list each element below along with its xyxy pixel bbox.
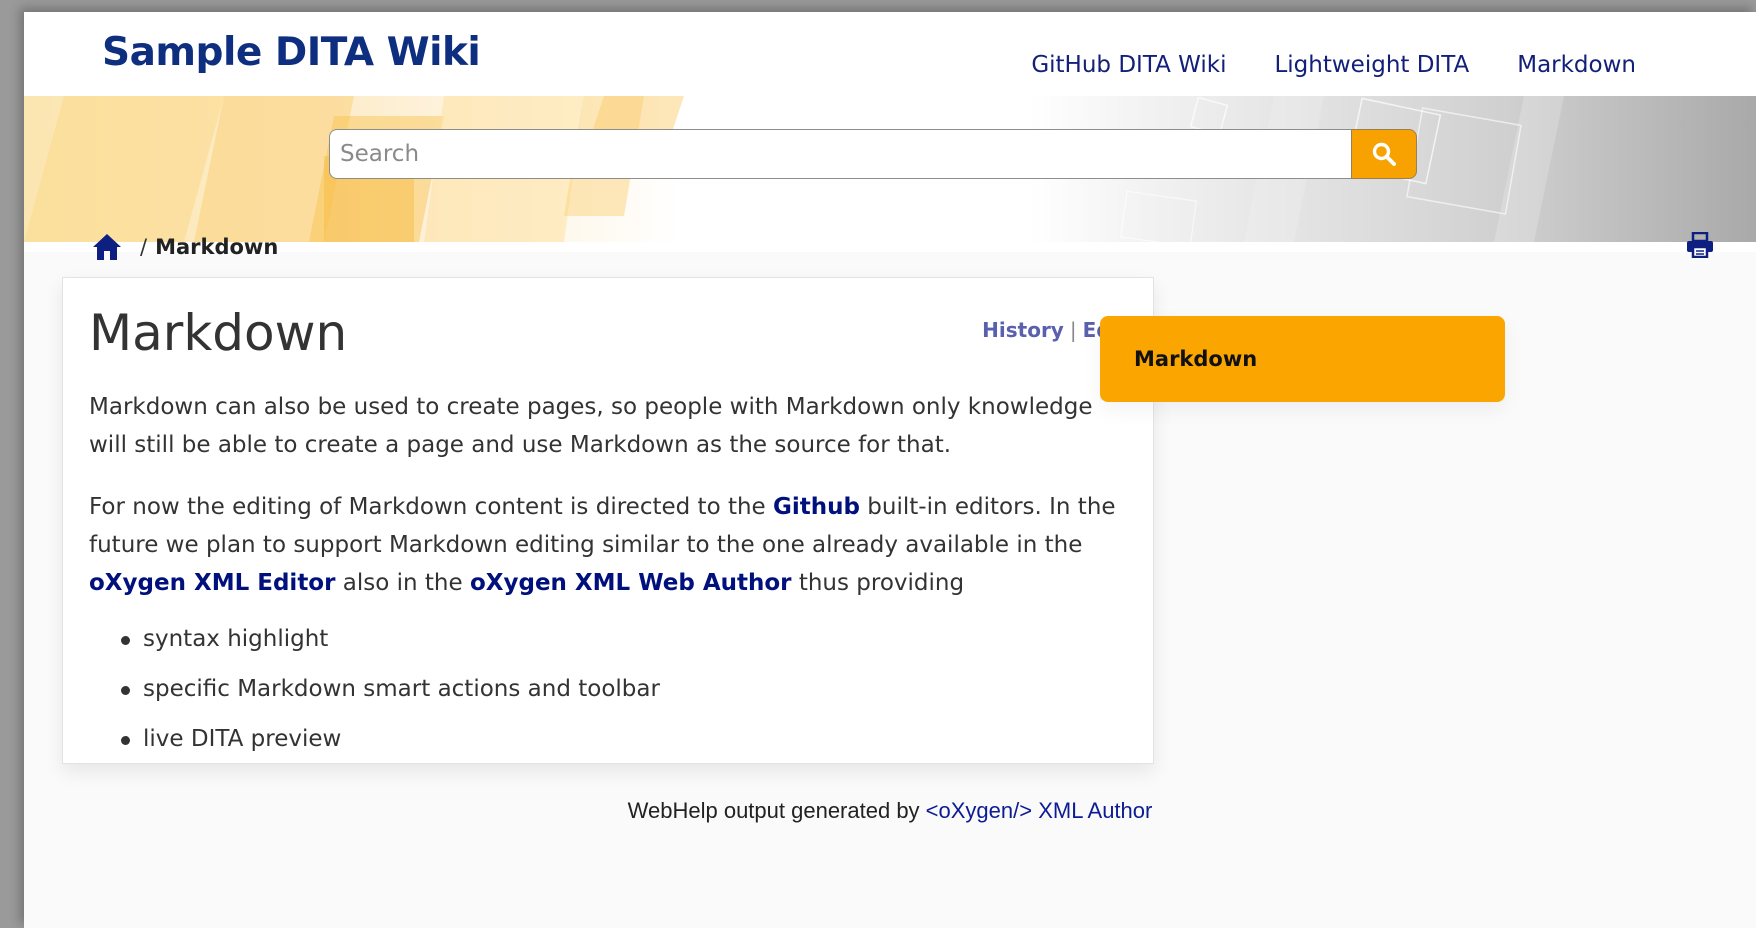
nav-lightweight-dita[interactable]: Lightweight DITA [1274, 52, 1469, 78]
nav-github-dita-wiki[interactable]: GitHub DITA Wiki [1031, 52, 1226, 78]
article-card: Markdown History|Edit Markdown can also … [62, 277, 1154, 764]
toc-item-label: Markdown [1134, 347, 1258, 371]
search-button[interactable] [1351, 129, 1417, 179]
list-item: syntax highlight [121, 620, 1129, 658]
browser-page: Sample DITA Wiki GitHub DITA Wiki Lightw… [24, 12, 1756, 928]
search-icon [1372, 142, 1396, 166]
footer: WebHelp output generated by <oXygen/> XM… [24, 798, 1756, 824]
paragraph-1: Markdown can also be used to create page… [89, 394, 1093, 458]
top-nav: GitHub DITA Wiki Lightweight DITA Markdo… [1031, 52, 1636, 78]
footer-oxygen-link[interactable]: <oXygen/> XML Author [926, 798, 1153, 823]
history-link[interactable]: History [982, 318, 1064, 342]
paragraph-2: For now the editing of Markdown content … [89, 488, 1129, 602]
printer-icon [1687, 231, 1713, 259]
paragraph-2-text-3: also in the [335, 570, 470, 596]
site-title[interactable]: Sample DITA Wiki [102, 30, 481, 75]
toc-item-markdown[interactable]: Markdown [1100, 316, 1505, 402]
paragraph-2-text-4: thus providing [791, 570, 965, 596]
list-item: live DITA preview [121, 720, 1129, 758]
paragraph-2-text-1: For now the editing of Markdown content … [89, 494, 774, 520]
search-bar [329, 129, 1419, 179]
feature-list: syntax highlight specific Markdown smart… [89, 620, 1129, 758]
link-divider: | [1069, 318, 1077, 342]
oxygen-web-author-link[interactable]: oXygen XML Web Author [470, 570, 792, 596]
search-input[interactable] [329, 129, 1351, 179]
breadcrumb: / Markdown [92, 233, 278, 261]
github-link[interactable]: Github [773, 494, 860, 520]
page-title: Markdown [89, 304, 348, 362]
print-button[interactable] [1686, 231, 1714, 262]
oxygen-xml-editor-link[interactable]: oXygen XML Editor [89, 570, 335, 596]
nav-markdown[interactable]: Markdown [1517, 52, 1636, 78]
breadcrumb-separator: / [140, 235, 148, 259]
footer-text: WebHelp output generated by [627, 798, 926, 823]
breadcrumb-current[interactable]: Markdown [155, 235, 278, 259]
article-body: Markdown can also be used to create page… [89, 388, 1129, 770]
list-item: specific Markdown smart actions and tool… [121, 670, 1129, 708]
home-icon[interactable] [92, 233, 122, 261]
